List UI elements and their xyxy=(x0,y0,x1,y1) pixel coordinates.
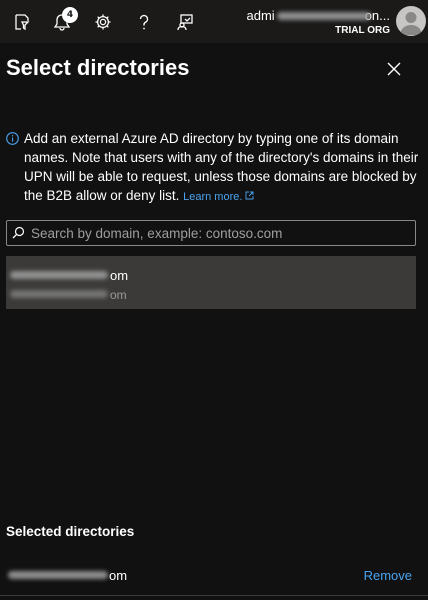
redaction-blur xyxy=(10,290,108,298)
account-email-start: admi xyxy=(246,8,275,23)
domain-search-box[interactable] xyxy=(6,220,416,246)
search-input[interactable] xyxy=(31,221,411,245)
top-bar: 4 admi on... TRIAL ORG xyxy=(0,0,428,43)
learn-more-label: Learn more. xyxy=(183,191,243,203)
help-question-icon[interactable] xyxy=(133,11,155,33)
selected-directories-heading: Selected directories xyxy=(6,524,135,539)
row-divider xyxy=(0,595,428,596)
account-org: TRIAL ORG xyxy=(335,25,390,36)
selected-domain: om xyxy=(109,568,128,583)
redaction-blur xyxy=(10,271,108,279)
learn-more-link[interactable]: Learn more. xyxy=(183,191,254,203)
remove-button[interactable]: Remove xyxy=(364,568,412,583)
redaction-blur xyxy=(8,571,108,579)
search-icon xyxy=(12,226,25,239)
account-email: admi on... xyxy=(247,8,390,23)
close-icon xyxy=(387,62,401,76)
result-secondary-domain: om xyxy=(110,288,127,302)
avatar[interactable] xyxy=(396,6,426,36)
notification-count-badge: 4 xyxy=(62,7,78,23)
selected-directory-row: om Remove xyxy=(0,559,428,595)
result-domain: om xyxy=(110,268,129,283)
settings-gear-icon[interactable] xyxy=(92,11,114,33)
portal-settings-directory-icon[interactable] xyxy=(11,11,33,33)
info-message: Add an external Azure AD directory by ty… xyxy=(6,129,421,207)
select-directories-panel: Select directories Add an external Azure… xyxy=(0,43,428,600)
search-result-item[interactable]: om om xyxy=(6,256,416,309)
redaction-blur xyxy=(276,12,371,20)
info-icon xyxy=(6,132,19,145)
account-info[interactable]: admi on... TRIAL ORG xyxy=(247,8,390,36)
panel-title: Select directories xyxy=(6,55,190,80)
close-button[interactable] xyxy=(384,59,404,79)
feedback-icon[interactable] xyxy=(174,11,196,33)
external-link-icon xyxy=(246,191,254,200)
